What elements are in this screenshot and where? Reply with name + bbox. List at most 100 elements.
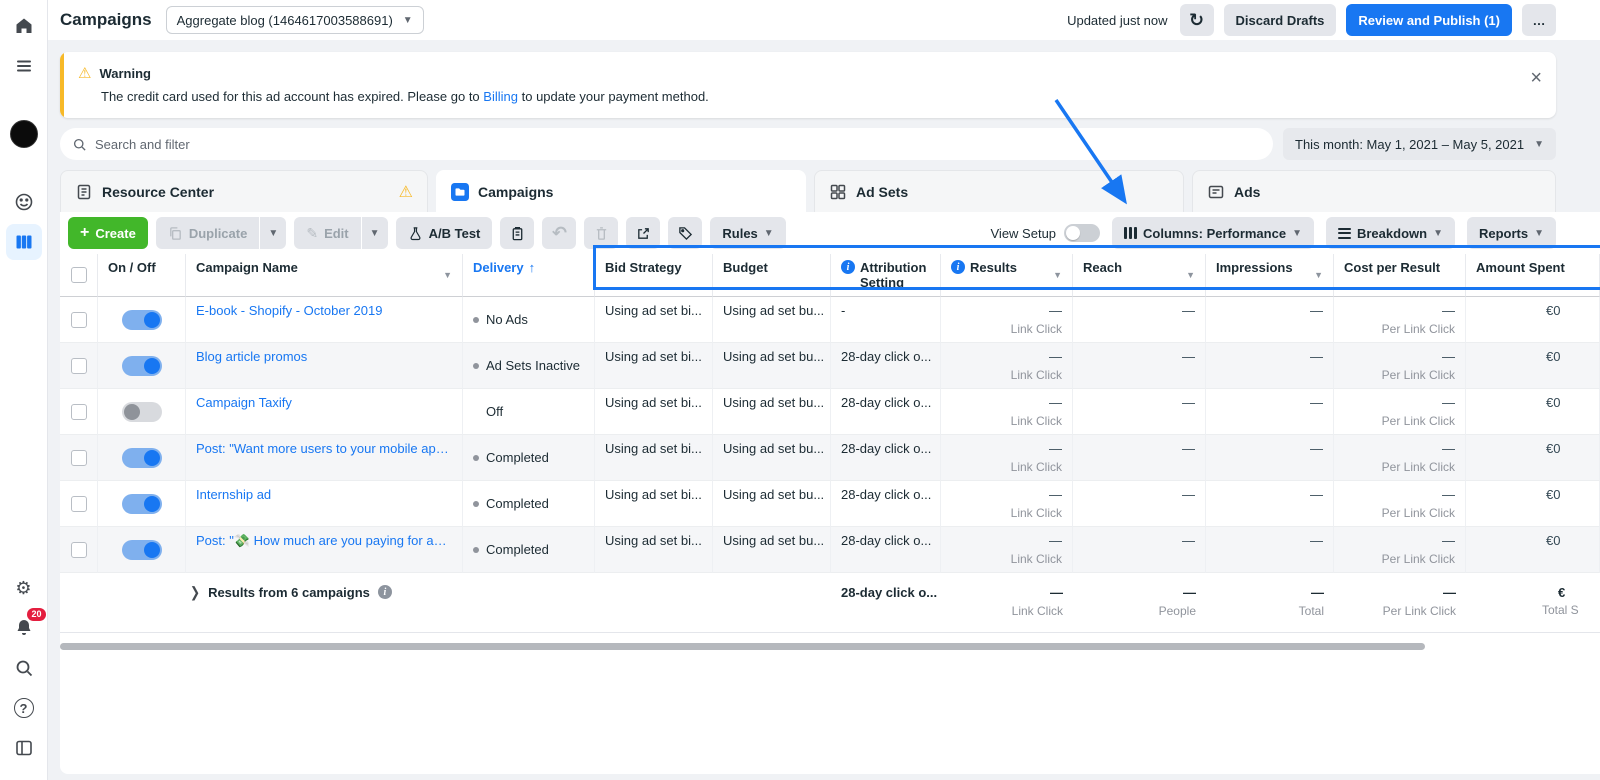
more-options-button[interactable]: … bbox=[1522, 4, 1556, 36]
ad-account-icon[interactable] bbox=[6, 184, 42, 220]
delivery-cell: Completed bbox=[463, 481, 595, 527]
flask-icon bbox=[410, 226, 421, 240]
pin-button[interactable] bbox=[500, 217, 535, 249]
close-icon[interactable]: × bbox=[1530, 68, 1542, 88]
chevron-down-icon: ▼ bbox=[1292, 227, 1302, 239]
campaign-toggle[interactable] bbox=[121, 539, 162, 560]
export-button[interactable] bbox=[626, 217, 661, 249]
campaign-name-link[interactable]: E-book - Shopify - October 2019 bbox=[196, 303, 382, 318]
campaign-name-link[interactable]: Internship ad bbox=[196, 487, 271, 502]
trash-icon bbox=[596, 226, 607, 240]
create-button[interactable]: + Create bbox=[68, 217, 148, 249]
header-reach[interactable]: Reach ▼ bbox=[1073, 254, 1206, 297]
scrollbar-thumb[interactable] bbox=[60, 643, 1425, 650]
campaign-toggle[interactable] bbox=[121, 309, 162, 330]
billing-link[interactable]: Billing bbox=[483, 89, 518, 104]
collapse-panel-icon[interactable] bbox=[6, 730, 42, 766]
campaign-toggle[interactable] bbox=[121, 401, 162, 422]
header-cost-per-result[interactable]: Cost per Result bbox=[1334, 254, 1466, 297]
row-checkbox[interactable] bbox=[70, 357, 87, 374]
impressions-cell: — bbox=[1206, 389, 1334, 435]
expand-chevron-icon[interactable]: ❯ bbox=[190, 584, 200, 601]
info-icon[interactable]: i bbox=[841, 260, 855, 274]
horizontal-scrollbar[interactable] bbox=[60, 643, 1600, 651]
notifications-bell-icon[interactable]: 20 bbox=[6, 608, 46, 646]
results-cell: — Link Click bbox=[941, 343, 1073, 389]
help-icon[interactable]: ? bbox=[6, 690, 42, 726]
date-range-selector[interactable]: This month: May 1, 2021 – May 5, 2021 ▼ bbox=[1283, 128, 1556, 160]
review-publish-button[interactable]: Review and Publish (1) bbox=[1346, 4, 1512, 36]
header-campaign-name[interactable]: Campaign Name ▼ bbox=[186, 254, 463, 297]
table-row[interactable]: Blog article promos Ad Sets Inactive Usi… bbox=[60, 343, 1600, 389]
business-avatar[interactable] bbox=[6, 116, 42, 152]
row-checkbox[interactable] bbox=[70, 449, 87, 466]
sort-asc-icon: ↑ bbox=[528, 260, 536, 275]
breakdown-button[interactable]: Breakdown ▼ bbox=[1325, 217, 1455, 249]
tab-ads[interactable]: Ads bbox=[1192, 170, 1556, 212]
campaign-name-link[interactable]: Campaign Taxify bbox=[196, 395, 292, 410]
header-attribution[interactable]: i Attribution Setting bbox=[831, 254, 941, 297]
tab-campaigns[interactable]: Campaigns bbox=[436, 170, 806, 212]
table-row[interactable]: Post: "Want more users to your mobile ap… bbox=[60, 435, 1600, 481]
header-results[interactable]: i Results ▼ bbox=[941, 254, 1073, 297]
header-amount-spent[interactable]: Amount Spent bbox=[1466, 254, 1600, 297]
tag-button[interactable] bbox=[668, 217, 703, 249]
discard-drafts-button[interactable]: Discard Drafts bbox=[1223, 4, 1337, 36]
table-row[interactable]: E-book - Shopify - October 2019 No Ads U… bbox=[60, 297, 1600, 343]
table-row[interactable]: Post: "💸 How much are you paying for an … bbox=[60, 527, 1600, 573]
sort-icon[interactable]: ▼ bbox=[1314, 268, 1323, 283]
delivery-status: Completed bbox=[486, 542, 549, 557]
menu-icon[interactable] bbox=[6, 48, 42, 84]
impressions-cell: — bbox=[1206, 435, 1334, 481]
info-icon[interactable]: i bbox=[377, 585, 392, 599]
table-row[interactable]: Internship ad Completed Using ad set bi.… bbox=[60, 481, 1600, 527]
campaigns-table-icon[interactable] bbox=[5, 224, 42, 260]
search-filter-bar[interactable] bbox=[60, 128, 1274, 160]
tab-resource-center[interactable]: Resource Center ⚠ bbox=[60, 170, 428, 212]
view-setup-toggle[interactable] bbox=[1064, 224, 1101, 242]
campaign-toggle[interactable] bbox=[121, 447, 162, 468]
home-icon[interactable] bbox=[6, 8, 42, 44]
campaign-name-link[interactable]: Post: "Want more users to your mobile ap… bbox=[196, 441, 452, 456]
info-icon[interactable]: i bbox=[951, 260, 965, 274]
campaign-toggle[interactable] bbox=[121, 355, 162, 376]
campaign-name-link[interactable]: Blog article promos bbox=[196, 349, 307, 364]
export-icon bbox=[638, 227, 649, 239]
sort-icon[interactable]: ▼ bbox=[1053, 268, 1062, 283]
delivery-cell: Ad Sets Inactive bbox=[463, 343, 595, 389]
select-all-checkbox[interactable] bbox=[70, 267, 87, 283]
settings-gear-icon[interactable]: ⚙ bbox=[6, 570, 42, 606]
row-checkbox[interactable] bbox=[70, 403, 87, 420]
reports-button[interactable]: Reports ▼ bbox=[1466, 217, 1556, 249]
edit-dropdown-button[interactable]: ▼ bbox=[361, 217, 388, 249]
columns-button[interactable]: Columns: Performance ▼ bbox=[1112, 217, 1314, 249]
header-impressions[interactable]: Impressions ▼ bbox=[1206, 254, 1334, 297]
row-checkbox[interactable] bbox=[70, 541, 87, 558]
header-budget[interactable]: Budget bbox=[713, 254, 831, 297]
select-all-cell[interactable] bbox=[60, 254, 98, 297]
campaign-name-link[interactable]: Post: "💸 How much are you paying for an … bbox=[196, 533, 452, 549]
budget-cell: Using ad set bu... bbox=[713, 527, 831, 573]
refresh-button[interactable]: ↻ bbox=[1179, 4, 1214, 36]
search-input[interactable] bbox=[95, 136, 1262, 152]
duplicate-dropdown-button[interactable]: ▼ bbox=[260, 217, 287, 249]
ad-account-selector[interactable]: Aggregate blog (1464617003588691) ▼ bbox=[165, 6, 424, 34]
campaign-toggle[interactable] bbox=[121, 493, 162, 514]
delete-button[interactable] bbox=[584, 217, 619, 249]
tab-ad-sets[interactable]: Ad Sets bbox=[814, 170, 1184, 212]
row-checkbox[interactable] bbox=[70, 311, 87, 328]
header-delivery[interactable]: Delivery ↑ bbox=[463, 254, 595, 297]
row-checkbox[interactable] bbox=[70, 495, 87, 512]
sort-icon[interactable]: ▼ bbox=[443, 268, 452, 283]
rules-button[interactable]: Rules ▼ bbox=[710, 217, 786, 249]
ab-test-button[interactable]: A/B Test bbox=[395, 217, 493, 249]
header-bid-strategy[interactable]: Bid Strategy bbox=[595, 254, 713, 297]
edit-button[interactable]: ✎ Edit bbox=[294, 217, 361, 249]
delivery-cell: Completed bbox=[463, 527, 595, 573]
top-bar: Campaigns Aggregate blog (14646170035886… bbox=[48, 0, 1600, 40]
search-icon[interactable] bbox=[6, 650, 42, 686]
undo-button[interactable]: ↶ bbox=[542, 217, 577, 249]
table-row[interactable]: Campaign Taxify Off Using ad set bi... U… bbox=[60, 389, 1600, 435]
sort-icon[interactable]: ▼ bbox=[1186, 268, 1195, 283]
duplicate-button[interactable]: Duplicate bbox=[155, 217, 260, 249]
